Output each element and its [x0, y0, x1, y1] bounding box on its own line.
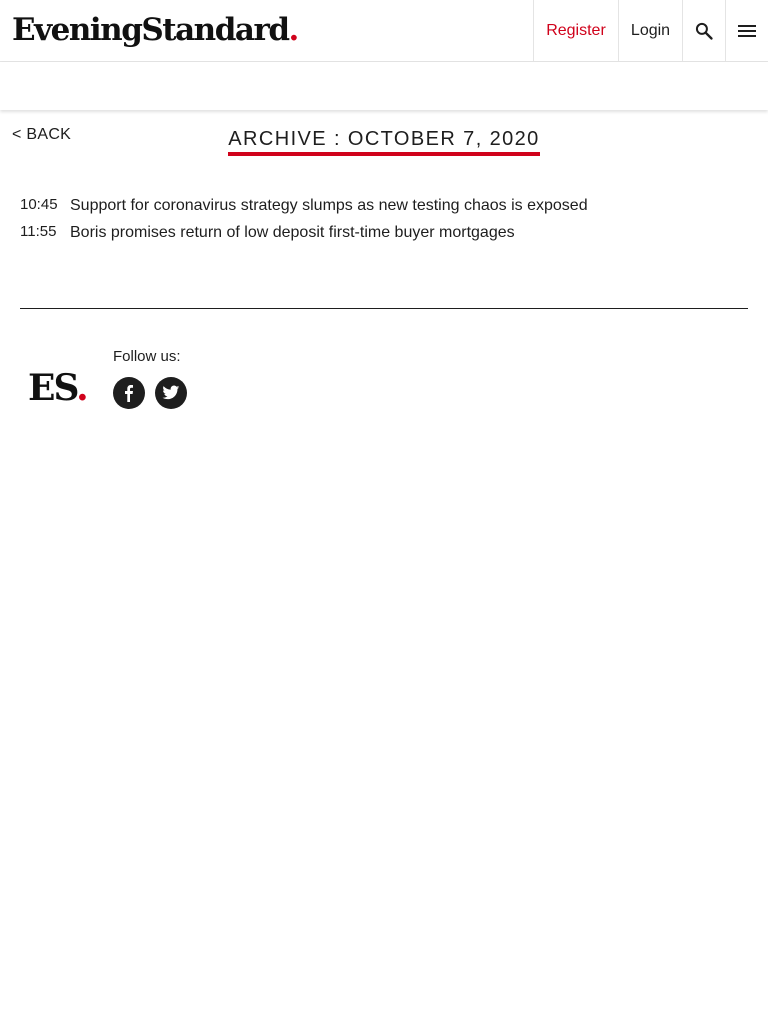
- sub-navigation-bar: [0, 62, 768, 110]
- register-button[interactable]: Register: [533, 0, 618, 61]
- login-button[interactable]: Login: [618, 0, 682, 61]
- menu-button[interactable]: [725, 0, 768, 61]
- logo-dot: .: [288, 12, 300, 48]
- archive-list: 10:45 Support for coronavirus strategy s…: [20, 194, 748, 248]
- footer-logo-dot: .: [76, 367, 88, 409]
- archive-title-text: ARCHIVE : OCTOBER 7, 2020: [228, 126, 540, 156]
- article-time: 10:45: [20, 196, 58, 213]
- search-button[interactable]: [682, 0, 725, 61]
- article-time: 11:55: [20, 223, 57, 240]
- facebook-button[interactable]: [113, 377, 145, 409]
- facebook-icon: [125, 385, 133, 402]
- article-headline-link[interactable]: Support for coronavirus strategy slumps …: [70, 194, 588, 218]
- twitter-button[interactable]: [155, 377, 187, 409]
- article-headline-link[interactable]: Boris promises return of low deposit fir…: [70, 221, 515, 245]
- logo-text: EveningStandard: [12, 12, 290, 48]
- hamburger-menu-icon: [738, 24, 756, 37]
- footer-logo[interactable]: ES.: [28, 366, 89, 410]
- list-item: 11:55 Boris promises return of low depos…: [20, 221, 748, 248]
- page-title: ARCHIVE : OCTOBER 7, 2020: [0, 126, 768, 156]
- list-item: 10:45 Support for coronavirus strategy s…: [20, 194, 748, 221]
- footer-divider: [20, 308, 748, 309]
- site-header: EveningStandard. Register Login: [0, 0, 768, 62]
- follow-label: Follow us:: [113, 348, 181, 365]
- header-actions: Register Login: [533, 0, 768, 61]
- social-links: [113, 377, 187, 409]
- twitter-icon: [162, 385, 180, 400]
- footer-logo-text: ES: [28, 367, 78, 409]
- site-logo[interactable]: EveningStandard.: [12, 10, 300, 50]
- search-icon: [695, 22, 713, 40]
